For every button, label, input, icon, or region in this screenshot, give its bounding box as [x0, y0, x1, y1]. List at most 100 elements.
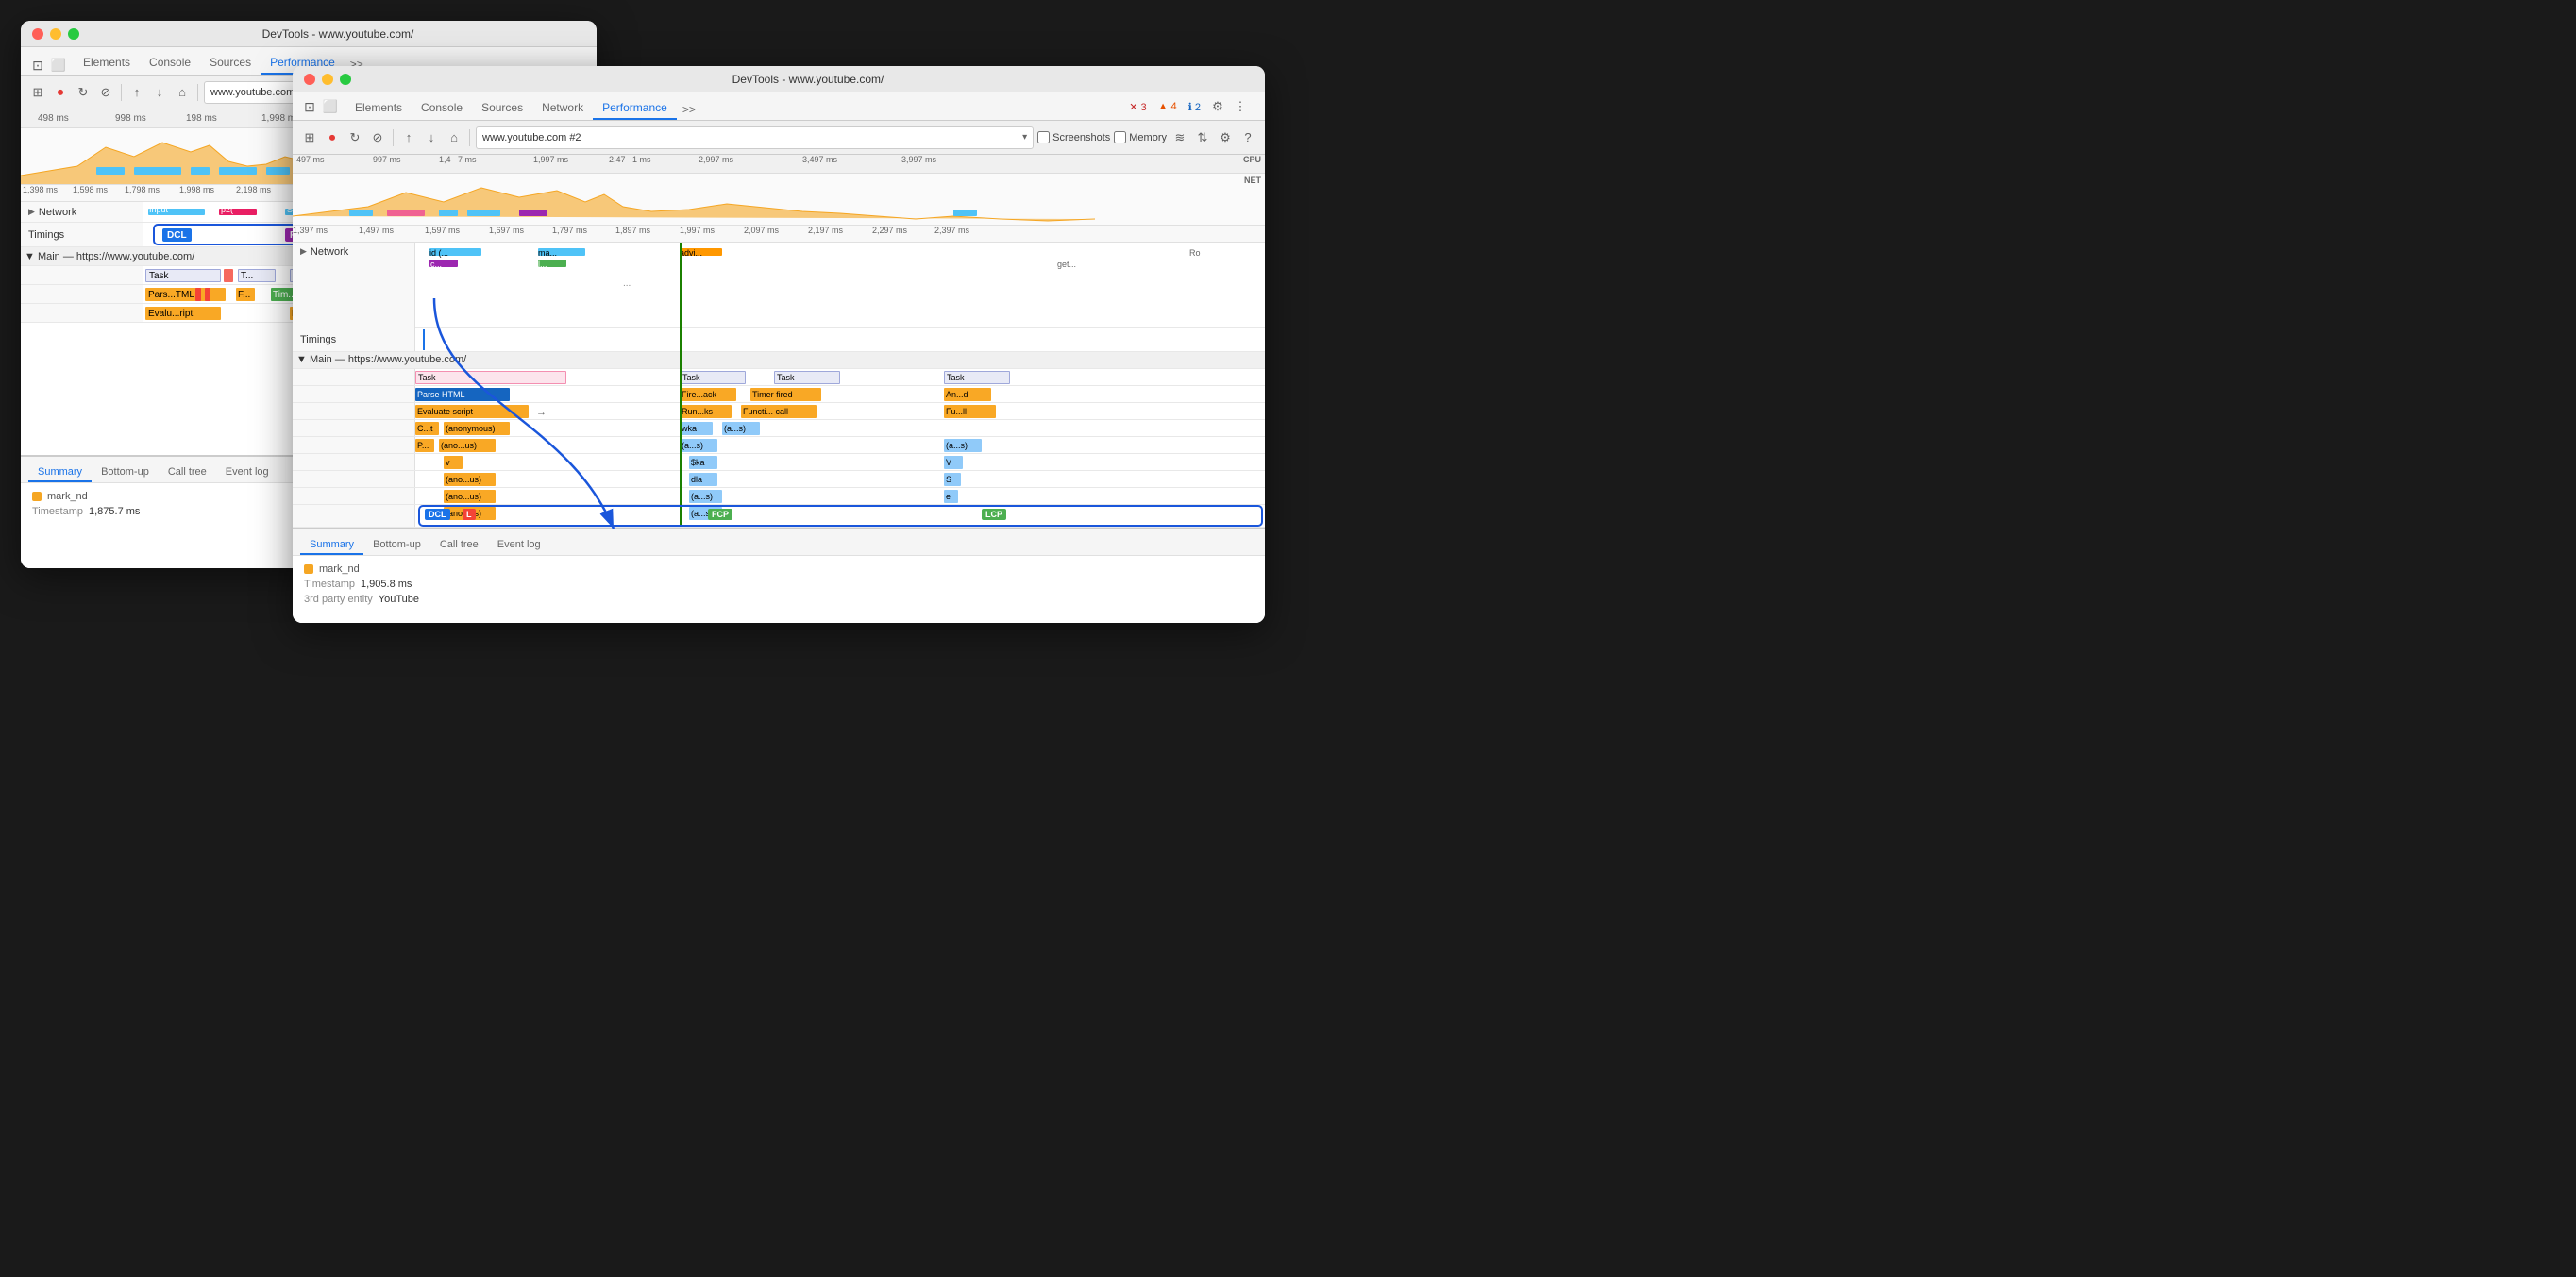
toolbar-2: ⊞ ⏺ ↻ ⊘ ↑ ↓ ⌂ www.youtube.com #2 ▾ Scree… — [293, 121, 1265, 155]
r2t2: 1,598 ms — [73, 185, 108, 194]
tpe-label-2: 3rd party entity — [304, 594, 373, 605]
fr2-body: Evaluate script → Run...ks Functi... cal… — [415, 403, 1265, 419]
minimize-button-2[interactable] — [322, 74, 333, 85]
tab-elements-1[interactable]: Elements — [74, 52, 140, 75]
s-2: S — [944, 473, 961, 486]
v-2: v — [444, 456, 463, 469]
t2g: 1 ms — [632, 155, 651, 164]
parsehtml-bar: Pars...TML — [145, 288, 226, 301]
sep-1 — [121, 84, 122, 101]
reload-icon-1[interactable]: ↻ — [74, 83, 93, 102]
titlebar-2: DevTools - www.youtube.com/ — [293, 66, 1265, 92]
nb-label-get: get... — [1057, 260, 1076, 269]
home-icon-1[interactable]: ⌂ — [173, 83, 192, 102]
screenshots-checkbox-2[interactable]: Screenshots — [1037, 131, 1110, 143]
help-icon-2[interactable]: ? — [1238, 128, 1257, 147]
flame-row-5-2: v $ka V — [293, 454, 1265, 471]
calltree-tab-1[interactable]: Call tree — [159, 463, 216, 482]
clear-icon-2[interactable]: ⊘ — [368, 128, 387, 147]
calltree-tab-2[interactable]: Call tree — [430, 536, 488, 555]
close-button-2[interactable] — [304, 74, 315, 85]
tab-sources-2[interactable]: Sources — [472, 97, 532, 120]
cpu-throttle-icon[interactable]: ≋ — [1170, 128, 1189, 147]
screenshots-label-2: Screenshots — [1052, 132, 1110, 143]
net-text-1: Input — [149, 205, 168, 214]
bottomup-tab-1[interactable]: Bottom-up — [92, 463, 159, 482]
dots-1: ... — [623, 278, 631, 289]
fr1-label — [293, 386, 415, 402]
tab-console-2[interactable]: Console — [412, 97, 472, 120]
fr0-label — [293, 369, 415, 385]
close-button-1[interactable] — [32, 28, 43, 40]
tab-console-1[interactable]: Console — [140, 52, 200, 75]
memory-input-2[interactable] — [1114, 131, 1126, 143]
inspector-icon-2[interactable]: ⊡ — [300, 97, 319, 116]
anous-2b: (ano...us) — [444, 473, 496, 486]
record-icon-2[interactable]: ⏺ — [323, 128, 342, 147]
evalscript-2: Evaluate script — [415, 405, 529, 418]
t2h: 2,997 ms — [699, 155, 733, 164]
url-bar-2[interactable]: www.youtube.com #2 ▾ — [476, 126, 1034, 149]
home-icon-2[interactable]: ⌂ — [445, 128, 463, 147]
upload-icon-1[interactable]: ↑ — [127, 83, 146, 102]
task-2-0: Task — [415, 371, 566, 384]
perf-content-2: 497 ms 997 ms 1,4 7 ms 1,997 ms 2,47 1 m… — [293, 155, 1265, 623]
tab-performance-2[interactable]: Performance — [593, 97, 677, 120]
tab-more-2[interactable]: >> — [677, 99, 701, 120]
upload-icon-2[interactable]: ↑ — [399, 128, 418, 147]
dock-icon-1[interactable]: ⊞ — [28, 83, 47, 102]
nb-label-1: id (... — [429, 248, 448, 258]
main-label-2: ▼ Main — https://www.youtube.com/ — [293, 352, 1265, 367]
settings-icon-2b[interactable]: ⚙ — [1216, 128, 1235, 147]
tab-sources-1[interactable]: Sources — [200, 52, 261, 75]
nb-label-ro: Ro — [1189, 248, 1201, 258]
more-icon-2[interactable]: ⋮ — [1231, 97, 1250, 116]
t2a: 497 ms — [296, 155, 325, 164]
flame-row-2-2: Evaluate script → Run...ks Functi... cal… — [293, 403, 1265, 420]
eventlog-tab-1[interactable]: Event log — [216, 463, 278, 482]
bottomup-tab-2[interactable]: Bottom-up — [363, 536, 430, 555]
dock-icon-2[interactable]: ⊞ — [300, 128, 319, 147]
anous-2c: (ano...us) — [444, 490, 496, 503]
t2i: 3,497 ms — [802, 155, 837, 164]
net-throttle-icon[interactable]: ⇅ — [1193, 128, 1212, 147]
url-dropdown-2[interactable]: ▾ — [1022, 132, 1027, 143]
tab-network-2[interactable]: Network — [532, 97, 593, 120]
inspector-icon-1[interactable]: ⊡ — [28, 56, 47, 75]
summary-tab-2[interactable]: Summary — [300, 536, 363, 555]
nb-label-3: ma... — [538, 248, 557, 258]
r2-2b: 1,497 ms — [359, 226, 394, 235]
minimize-button-1[interactable] — [50, 28, 61, 40]
error-badges: ✕ 3 ▲ 4 ℹ 2 ⚙ ⋮ — [1125, 97, 1250, 120]
device-icon-1[interactable]: ⬜ — [49, 56, 68, 75]
clear-icon-1[interactable]: ⊘ — [96, 83, 115, 102]
summary-tab-1[interactable]: Summary — [28, 463, 92, 482]
flame-label-r1 — [21, 266, 143, 284]
summary-item-2b: Timestamp 1,905.8 ms — [304, 579, 1254, 590]
r2t3: 1,798 ms — [125, 185, 160, 194]
record-icon-1[interactable]: ⏺ — [51, 83, 70, 102]
window-controls-1 — [32, 28, 79, 40]
flame-row-8-2: (ano...us) (a...s) DCL L FCP LCP — [293, 505, 1265, 528]
network-label-1: ▶ Network — [21, 202, 143, 222]
device-icon-2[interactable]: ⬜ — [321, 97, 340, 116]
as2-2: (a...s) — [680, 439, 717, 452]
tab-elements-2[interactable]: Elements — [345, 97, 412, 120]
memory-checkbox-2[interactable]: Memory — [1114, 131, 1167, 143]
download-icon-2[interactable]: ↓ — [422, 128, 441, 147]
reload-icon-2[interactable]: ↻ — [345, 128, 364, 147]
download-icon-1[interactable]: ↓ — [150, 83, 169, 102]
tick-1c: 198 ms — [186, 113, 217, 124]
flame-row-1-2: Parse HTML Fire...ack Timer fired An...d — [293, 386, 1265, 403]
dcl-tag-1: DCL — [162, 228, 192, 242]
settings-icon-2[interactable]: ⚙ — [1208, 97, 1227, 116]
anous-2: (ano...us) — [439, 439, 496, 452]
maximize-button-2[interactable] — [340, 74, 351, 85]
main-label-1: ▼ Main — https://www.youtube.com/ — [21, 247, 198, 265]
tracks-2: ▶ Network id (... c... ma... l... advi..… — [293, 243, 1265, 623]
network-triangle-1: ▶ — [28, 207, 35, 217]
eventlog-tab-2[interactable]: Event log — [488, 536, 550, 555]
summary-name-1: mark_nd — [47, 491, 88, 502]
maximize-button-1[interactable] — [68, 28, 79, 40]
screenshots-input-2[interactable] — [1037, 131, 1050, 143]
